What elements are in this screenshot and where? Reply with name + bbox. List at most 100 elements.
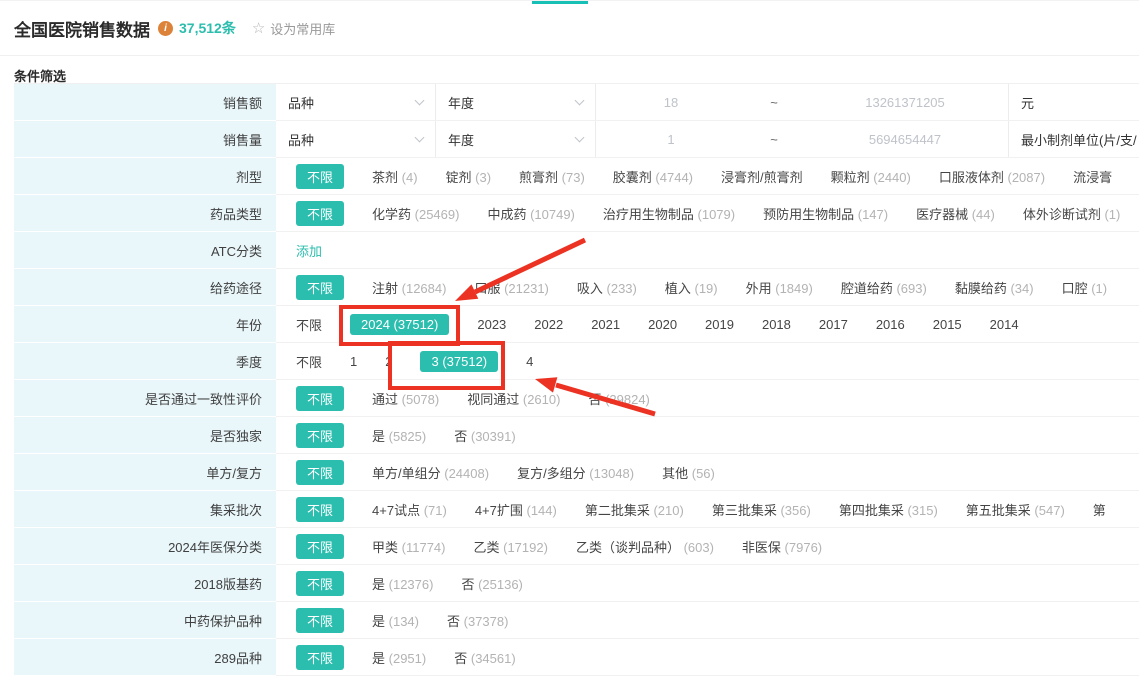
range-unit-label: 元 [1008,84,1139,120]
chevron-down-icon [415,95,425,105]
filter-label-sales-volume: 销售量 [14,121,276,158]
filter-option[interactable]: 胶囊剂 (4744) [613,167,693,186]
range-max-input[interactable]: 5694654447 [802,132,1008,147]
filter-option-selected[interactable]: 不限 [296,460,344,485]
filter-option-selected[interactable]: 不限 [296,534,344,559]
add-button[interactable]: 添加 [296,241,322,260]
filter-option[interactable]: 是 (12376) [372,574,433,593]
dim2-select[interactable]: 年度 [436,121,596,157]
filter-option[interactable]: 否 (29824) [588,389,649,408]
filter-option[interactable]: 是 (5825) [372,426,426,445]
filter-option[interactable]: 4+7试点 (71) [372,500,447,519]
filter-option[interactable]: 中成药 (10749) [487,204,574,223]
filter-option-selected[interactable]: 2024 (37512) [350,314,449,335]
filter-option[interactable]: 否 (30391) [454,426,515,445]
filter-option[interactable]: 2023 [477,317,506,332]
filter-option[interactable]: 化学药 (25469) [372,204,459,223]
filter-option[interactable]: 是 (2951) [372,648,426,667]
filter-option[interactable]: 不限 [296,352,322,371]
filter-option[interactable]: 否 (37378) [447,611,508,630]
filter-option-selected[interactable]: 3 (37512) [420,351,498,372]
filter-option[interactable]: 第三批集采 (356) [712,500,811,519]
filter-option[interactable]: 2016 [876,317,905,332]
filter-option[interactable]: 2022 [534,317,563,332]
filter-option[interactable]: 第四批集采 (315) [839,500,938,519]
filter-option[interactable]: 锭剂 (3) [446,167,492,186]
filter-option[interactable]: 通过 (5078) [372,389,439,408]
filter-option[interactable]: 治疗用生物制品 (1079) [603,204,735,223]
info-icon[interactable]: i [158,21,173,36]
range-min-input[interactable]: 1 [596,132,746,147]
filter-option-selected[interactable]: 不限 [296,164,344,189]
filter-option[interactable]: 体外诊断试剂 (1) [1023,204,1121,223]
filter-option-selected[interactable]: 不限 [296,645,344,670]
filter-label-essential-2018: 2018版基药 [14,565,276,602]
filter-option[interactable]: 否 (34561) [454,648,515,667]
filter-option[interactable]: 2020 [648,317,677,332]
range-min-input[interactable]: 18 [596,95,746,110]
filter-option[interactable]: 颗粒剂 (2440) [831,167,911,186]
filter-options-admin-route: 不限 注射 (12684) 口服 (21231) 吸入 (233) 植入 (19) 外用 … [276,269,1139,306]
dim1-select[interactable]: 品种 [276,84,436,120]
filter-option-selected[interactable]: 不限 [296,608,344,633]
filter-option-selected[interactable]: 不限 [296,386,344,411]
option-name: 单方/单组分 [372,466,441,481]
filter-option[interactable]: 2017 [819,317,848,332]
filter-option[interactable]: 单方/单组分 (24408) [372,463,489,482]
filter-option[interactable]: 其他 (56) [662,463,715,482]
filter-option[interactable]: 乙类（谈判品种） (603) [576,537,714,556]
filter-option[interactable]: 1 [350,354,357,369]
filter-option[interactable]: 视同通过 (2610) [467,389,560,408]
filter-option[interactable]: 第二批集采 (210) [585,500,684,519]
filter-option[interactable]: 第五批集采 (547) [966,500,1065,519]
filter-option[interactable]: 口服 (21231) [474,278,548,297]
option-count: (2087) [1004,170,1045,185]
filter-option-selected[interactable]: 不限 [296,423,344,448]
filter-option-selected[interactable]: 不限 [296,275,344,300]
filter-option[interactable]: 预防用生物制品 (147) [763,204,888,223]
filter-option[interactable]: 腔道给药 (693) [841,278,927,297]
filter-option-selected[interactable]: 不限 [296,201,344,226]
range-max-input[interactable]: 13261371205 [802,95,1008,110]
filter-option[interactable]: 煎膏剂 (73) [519,167,585,186]
range-unit-label: 最小制剂单位(片/支/ [1008,121,1139,157]
filter-option[interactable]: 口服液体剂 (2087) [939,167,1045,186]
filter-option[interactable]: 是 (134) [372,611,419,630]
set-favorite-button[interactable]: ☆ 设为常用库 [252,19,335,38]
dim2-select[interactable]: 年度 [436,84,596,120]
filter-option[interactable]: 2015 [933,317,962,332]
filter-option[interactable]: 浸膏剂/煎膏剂 [721,167,803,186]
filter-option-selected[interactable]: 不限 [296,497,344,522]
filter-option[interactable]: 2014 [990,317,1019,332]
dim1-select[interactable]: 品种 [276,121,436,157]
filter-option[interactable]: 4+7扩围 (144) [475,500,557,519]
filter-option[interactable]: 不限 [296,315,322,334]
filter-option[interactable]: 茶剂 (4) [372,167,418,186]
filter-option[interactable]: 医疗器械 (44) [916,204,995,223]
filter-option[interactable]: 植入 (19) [665,278,718,297]
filter-option[interactable]: 黏膜给药 (34) [955,278,1034,297]
filter-option[interactable]: 否 (25136) [461,574,522,593]
select-value: 品种 [288,93,314,112]
filter-option[interactable]: 乙类 (17192) [474,537,548,556]
filter-option[interactable]: 非医保 (7976) [742,537,822,556]
filter-option[interactable]: 吸入 (233) [577,278,637,297]
option-name: 茶剂 [372,170,398,185]
filter-option[interactable]: 注射 (12684) [372,278,446,297]
filter-option[interactable]: 外用 (1849) [746,278,813,297]
filter-options-procurement-batch: 不限 4+7试点 (71) 4+7扩围 (144) 第二批集采 (210) 第三批集采 … [276,491,1139,528]
filter-option[interactable]: 口腔 (1) [1062,278,1108,297]
filter-option[interactable]: 2021 [591,317,620,332]
filter-option[interactable]: 4 [526,354,533,369]
filter-options-variety-289: 不限 是 (2951) 否 (34561) [276,639,1139,676]
filter-option[interactable]: 甲类 (11774) [372,537,445,556]
filter-option[interactable]: 复方/多组分 (13048) [517,463,634,482]
filter-option[interactable]: 流浸膏 [1073,167,1112,186]
filter-option[interactable]: 2019 [705,317,734,332]
filter-option[interactable]: 第 [1093,500,1106,519]
filter-option-selected[interactable]: 不限 [296,571,344,596]
option-name: 口腔 [1062,281,1088,296]
option-count: (56) [688,466,715,481]
filter-option[interactable]: 2 [385,354,392,369]
filter-option[interactable]: 2018 [762,317,791,332]
